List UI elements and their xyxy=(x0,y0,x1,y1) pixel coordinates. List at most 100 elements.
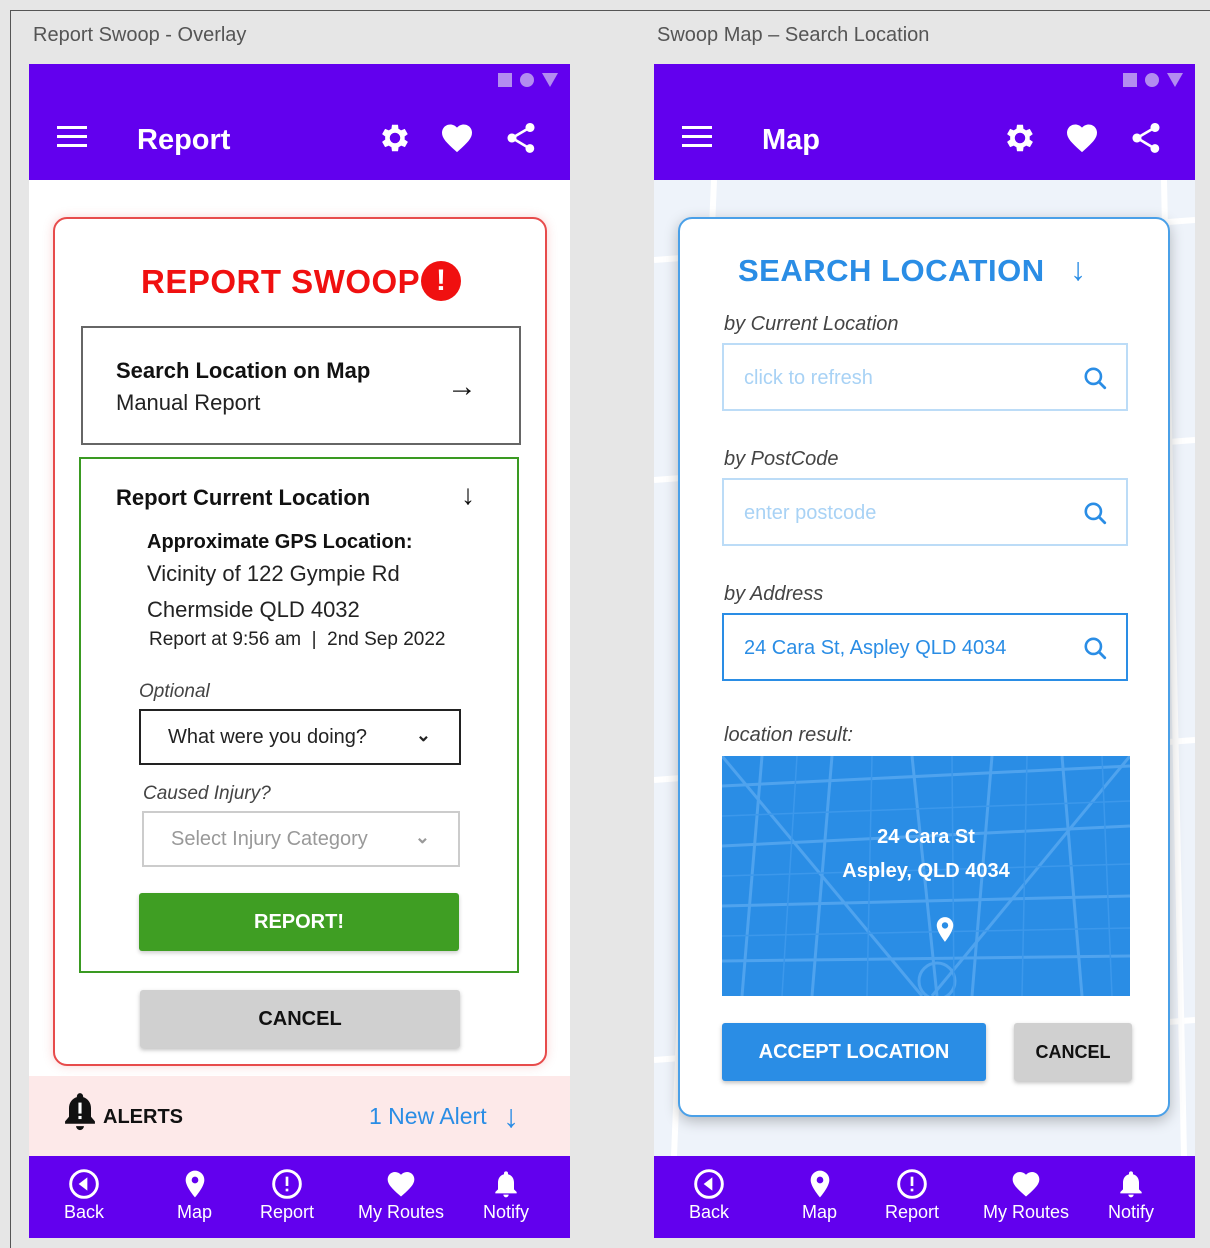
search-icon[interactable] xyxy=(1082,500,1108,526)
search-location-card: SEARCH LOCATION ↓ by Current Location by… xyxy=(678,217,1170,1117)
status-square-icon xyxy=(498,73,512,87)
report-timestamp: Report at 9:56 am | 2nd Sep 2022 xyxy=(149,629,446,650)
arrow-down-icon[interactable]: ↓ xyxy=(461,479,475,511)
share-icon[interactable] xyxy=(1128,120,1164,156)
optional-label: Optional xyxy=(139,681,210,702)
heart-icon[interactable] xyxy=(439,120,475,156)
nav-report[interactable]: Report xyxy=(260,1168,314,1223)
report-phone: Report REPORT SWOOP ! Search Location on… xyxy=(29,64,570,1238)
postcode-input[interactable] xyxy=(744,498,1064,528)
gps-label: Approximate GPS Location: xyxy=(147,531,413,553)
alert-icon: ! xyxy=(421,261,461,301)
address-line-2: Chermside QLD 4032 xyxy=(147,597,360,622)
activity-select-value: What were you doing? xyxy=(168,726,368,748)
heart-icon xyxy=(387,1172,415,1197)
status-square-icon xyxy=(1123,73,1137,87)
map-pin-icon xyxy=(810,1170,829,1198)
app-bar: Map xyxy=(654,98,1195,180)
status-bar xyxy=(654,64,1195,98)
app-bar-title: Map xyxy=(762,124,820,156)
nav-notify[interactable]: Notify xyxy=(483,1168,529,1223)
back-icon xyxy=(694,1169,724,1199)
nav-map-label: Map xyxy=(802,1202,838,1222)
chevron-down-icon: ⌄ xyxy=(414,827,430,847)
result-street: 24 Cara St xyxy=(877,826,975,848)
address-label: by Address xyxy=(724,583,824,605)
hamburger-icon[interactable] xyxy=(682,126,712,148)
search-option-title: Search Location on Map xyxy=(116,358,371,383)
bottom-nav: Back Map Report My Routes Notify xyxy=(654,1156,1195,1238)
injury-select-value: Select Injury Category xyxy=(171,828,368,850)
status-circle-icon xyxy=(520,73,534,87)
gear-icon[interactable] xyxy=(377,120,413,156)
search-location-title: SEARCH LOCATION xyxy=(738,253,1045,288)
nav-my-routes-label: My Routes xyxy=(983,1202,1070,1222)
nav-notify[interactable]: Notify xyxy=(1108,1168,1154,1223)
map-pin-icon xyxy=(185,1170,204,1198)
arrow-right-icon: → xyxy=(447,370,477,403)
current-location-input[interactable] xyxy=(744,363,1064,393)
heart-icon[interactable] xyxy=(1064,120,1100,156)
bell-icon xyxy=(1120,1171,1142,1198)
nav-my-routes[interactable]: My Routes xyxy=(358,1168,444,1223)
hamburger-icon[interactable] xyxy=(57,126,87,148)
nav-back-label: Back xyxy=(689,1202,730,1222)
postcode-field xyxy=(722,478,1128,546)
heart-icon xyxy=(1012,1172,1040,1197)
postcode-label: by PostCode xyxy=(724,448,839,470)
arrow-down-icon[interactable]: ↓ xyxy=(503,1098,519,1135)
nav-report-label: Report xyxy=(885,1202,940,1222)
map-pin-icon xyxy=(936,917,954,942)
nav-report-label: Report xyxy=(260,1202,315,1222)
back-icon xyxy=(69,1169,99,1199)
nav-map[interactable]: Map xyxy=(177,1168,212,1223)
search-location-option[interactable]: Search Location on Map Manual Report → xyxy=(81,326,521,445)
address-input[interactable] xyxy=(744,633,1064,663)
nav-back[interactable]: Back xyxy=(689,1168,729,1223)
share-icon[interactable] xyxy=(503,120,539,156)
injury-label: Caused Injury? xyxy=(143,783,271,804)
alerts-label: ALERTS xyxy=(103,1106,183,1128)
current-location-panel: Report Current Location ↓ Approximate GP… xyxy=(79,457,519,973)
status-circle-icon xyxy=(1145,73,1159,87)
status-bar xyxy=(29,64,570,98)
map-phone: Map SEARCH LOCATION ↓ by Current Locatio… xyxy=(654,64,1195,1238)
chevron-down-icon: ⌄ xyxy=(415,725,431,745)
nav-map-label: Map xyxy=(177,1202,213,1222)
accept-location-button[interactable]: ACCEPT LOCATION xyxy=(722,1023,986,1081)
nav-my-routes-label: My Routes xyxy=(358,1202,445,1222)
search-icon[interactable] xyxy=(1082,635,1108,661)
arrow-down-icon[interactable]: ↓ xyxy=(1070,251,1086,288)
status-triangle-icon xyxy=(1167,73,1183,87)
location-result-label: location result: xyxy=(724,724,853,746)
alert-circle-icon xyxy=(272,1169,302,1199)
new-alert-link[interactable]: 1 New Alert xyxy=(369,1103,487,1130)
nav-my-routes[interactable]: My Routes xyxy=(983,1168,1069,1223)
cancel-button[interactable]: CANCEL xyxy=(140,990,460,1048)
gear-icon[interactable] xyxy=(1002,120,1038,156)
current-location-header: Report Current Location xyxy=(116,485,371,510)
address-line-1: Vicinity of 122 Gympie Rd xyxy=(147,561,400,586)
left-screen-label: Report Swoop - Overlay xyxy=(33,24,247,46)
search-option-subtitle: Manual Report xyxy=(116,390,261,415)
right-screen-label: Swoop Map – Search Location xyxy=(657,24,930,46)
activity-select[interactable]: What were you doing? ⌄ xyxy=(139,709,461,765)
nav-back-label: Back xyxy=(64,1202,105,1222)
cancel-button[interactable]: CANCEL xyxy=(1014,1023,1132,1081)
app-bar: Report xyxy=(29,98,570,180)
bell-icon xyxy=(65,1093,95,1131)
injury-select[interactable]: Select Injury Category ⌄ xyxy=(142,811,460,867)
result-suburb: Aspley, QLD 4034 xyxy=(842,860,1010,882)
nav-report[interactable]: Report xyxy=(885,1168,939,1223)
alerts-bar: ALERTS 1 New Alert ↓ xyxy=(29,1076,570,1156)
nav-map[interactable]: Map xyxy=(802,1168,837,1223)
search-icon[interactable] xyxy=(1082,365,1108,391)
bottom-nav: Back Map Report My Routes Notify xyxy=(29,1156,570,1238)
nav-notify-label: Notify xyxy=(483,1202,530,1222)
nav-notify-label: Notify xyxy=(1108,1202,1155,1222)
nav-back[interactable]: Back xyxy=(64,1168,104,1223)
status-triangle-icon xyxy=(542,73,558,87)
report-button[interactable]: REPORT! xyxy=(139,893,459,951)
current-location-label: by Current Location xyxy=(724,313,899,335)
current-location-field xyxy=(722,343,1128,411)
